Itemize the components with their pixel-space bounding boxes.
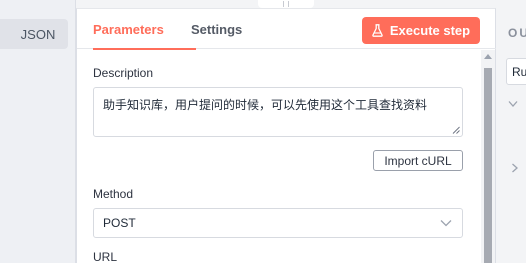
flask-icon xyxy=(372,24,383,37)
output-panel: OU Ru xyxy=(496,0,526,263)
description-label: Description xyxy=(93,66,154,80)
scroll-thumb[interactable] xyxy=(484,68,492,263)
scrollbar[interactable] xyxy=(481,50,495,263)
parameters-content: Description 助手知识库，用户提问的时候，可以先使用这个工具查找资料 … xyxy=(77,50,485,263)
output-run-select[interactable]: Ru xyxy=(506,58,526,85)
tab-settings[interactable]: Settings xyxy=(191,9,242,49)
tab-parameters[interactable]: Parameters xyxy=(93,9,196,50)
method-value: POST xyxy=(103,216,136,230)
url-label: URL xyxy=(93,250,118,263)
chevron-down-icon xyxy=(440,220,452,227)
output-title: OU xyxy=(508,26,526,40)
grip-icon xyxy=(283,1,289,7)
json-view-button[interactable]: JSON xyxy=(0,19,68,49)
execute-step-button[interactable]: Execute step xyxy=(362,17,480,44)
resize-grip-icon[interactable] xyxy=(452,126,460,134)
chevron-right-icon[interactable] xyxy=(511,163,519,173)
panel-tabs: Parameters Settings Execute step xyxy=(77,9,497,50)
chevron-down-icon[interactable] xyxy=(508,100,518,108)
method-label: Method xyxy=(93,187,134,201)
tab-settings-label: Settings xyxy=(191,21,243,37)
app-root: JSON Parameters Settings Execute step De… xyxy=(0,0,526,263)
method-select[interactable]: POST xyxy=(93,208,463,238)
tab-parameters-label: Parameters xyxy=(93,21,164,37)
panel-drag-handle[interactable] xyxy=(258,0,314,8)
import-curl-button[interactable]: Import cURL xyxy=(373,150,463,171)
execute-step-label: Execute step xyxy=(389,23,471,38)
description-textarea[interactable]: 助手知识库，用户提问的时候，可以先使用这个工具查找资料 xyxy=(93,87,463,137)
description-text: 助手知识库，用户提问的时候，可以先使用这个工具查找资料 xyxy=(103,98,428,112)
scroll-up-arrow-icon[interactable] xyxy=(484,54,492,59)
node-parameters-panel: Parameters Settings Execute step Descrip… xyxy=(76,8,497,263)
input-panel: JSON xyxy=(0,0,76,263)
